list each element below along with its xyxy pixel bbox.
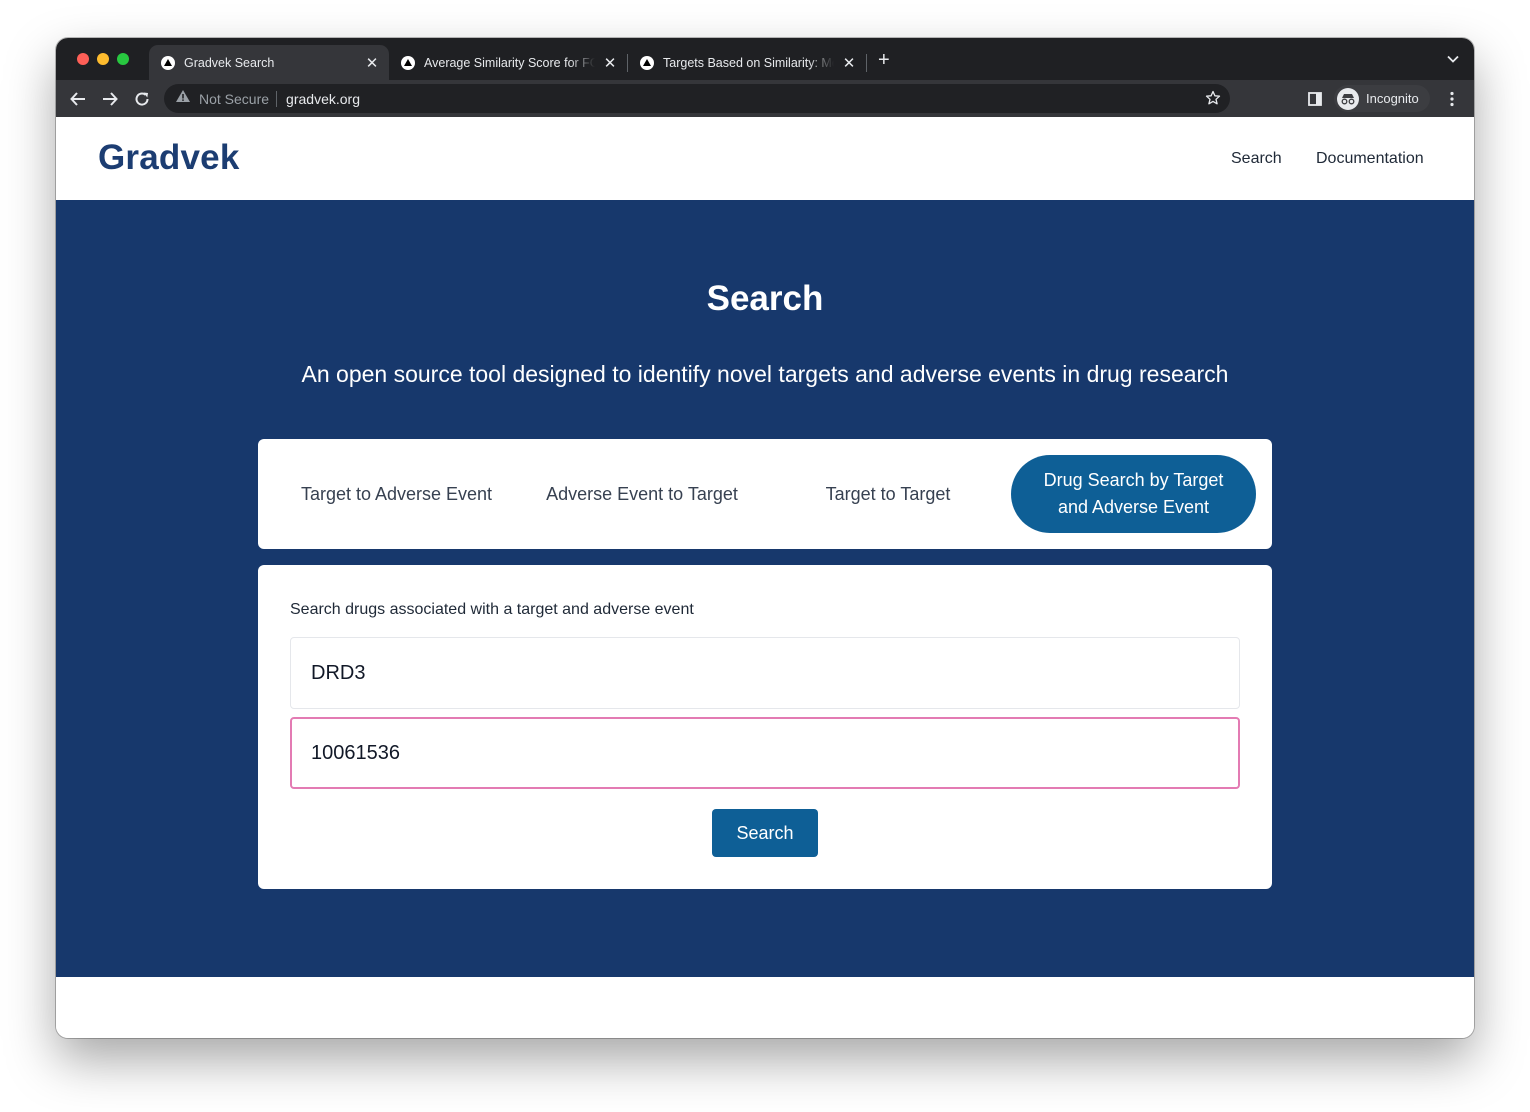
gradvek-favicon-icon xyxy=(401,55,415,70)
search-button[interactable]: Search xyxy=(712,809,818,857)
tab-title: Average Similarity Score for FGF xyxy=(424,55,595,70)
close-tab-icon[interactable]: ✕ xyxy=(840,54,858,72)
tab-target-to-adverse-event[interactable]: Target to Adverse Event xyxy=(278,455,515,533)
nav-link-documentation[interactable]: Documentation xyxy=(1316,150,1424,168)
incognito-label: Incognito xyxy=(1366,91,1419,106)
page-title: Search xyxy=(706,279,824,318)
gradvek-favicon-icon xyxy=(161,55,175,70)
search-form-card: Search drugs associated with a target an… xyxy=(258,565,1272,889)
browser-tab-active[interactable]: Gradvek Search ✕ xyxy=(149,45,389,80)
incognito-icon xyxy=(1337,87,1359,110)
browser-tab[interactable]: Average Similarity Score for FGF ✕ xyxy=(389,45,627,80)
plus-icon[interactable]: + xyxy=(878,50,890,70)
chevron-down-icon[interactable] xyxy=(1446,52,1460,71)
zoom-window-button[interactable] xyxy=(117,53,129,65)
omnibox-divider xyxy=(276,90,278,107)
close-tab-icon[interactable]: ✕ xyxy=(601,54,619,72)
gradvek-favicon-icon xyxy=(640,55,654,70)
tab-title: Targets Based on Similarity: Mo xyxy=(663,55,834,70)
tab-separator xyxy=(866,54,867,72)
back-arrow-icon[interactable] xyxy=(68,89,88,109)
site-header: Gradvek Search Documentation xyxy=(56,117,1474,200)
side-panel-icon[interactable] xyxy=(1305,89,1325,109)
search-mode-tabs: Target to Adverse Event Adverse Event to… xyxy=(258,439,1272,549)
form-description: Search drugs associated with a target an… xyxy=(290,601,694,618)
warning-triangle-icon[interactable] xyxy=(175,89,191,108)
security-status-label[interactable]: Not Secure xyxy=(199,91,269,107)
site-logo[interactable]: Gradvek xyxy=(98,138,240,178)
page-subtitle: An open source tool designed to identify… xyxy=(301,361,1229,387)
close-window-button[interactable] xyxy=(77,53,89,65)
minimize-window-button[interactable] xyxy=(97,53,109,65)
browser-toolbar: Not Secure gradvek.org Incognito xyxy=(56,80,1474,117)
tab-drug-search-by-target-and-adverse-event[interactable]: Drug Search by Target and Adverse Event xyxy=(1011,455,1256,533)
kebab-menu-icon[interactable] xyxy=(1442,89,1462,109)
web-page: Gradvek Search Documentation Search An o… xyxy=(56,117,1474,1038)
forward-arrow-icon[interactable] xyxy=(100,89,120,109)
bookmark-star-icon[interactable] xyxy=(1205,90,1221,111)
browser-tab-strip: Gradvek Search ✕ Average Similarity Scor… xyxy=(56,38,1474,80)
close-tab-icon[interactable]: ✕ xyxy=(363,54,381,72)
tab-adverse-event-to-target[interactable]: Adverse Event to Target xyxy=(524,455,760,533)
url-text[interactable]: gradvek.org xyxy=(286,91,360,107)
reload-icon[interactable] xyxy=(132,89,152,109)
browser-tab[interactable]: Targets Based on Similarity: Mo ✕ xyxy=(628,45,866,80)
adverse-event-input[interactable] xyxy=(290,717,1240,789)
hero-section: Search An open source tool designed to i… xyxy=(56,200,1474,977)
tab-target-to-target[interactable]: Target to Target xyxy=(770,455,1006,533)
nav-link-search[interactable]: Search xyxy=(1231,150,1282,168)
browser-window: Gradvek Search ✕ Average Similarity Scor… xyxy=(56,38,1474,1038)
address-bar[interactable]: Not Secure gradvek.org xyxy=(164,84,1230,113)
target-input[interactable] xyxy=(290,637,1240,709)
incognito-profile-button[interactable]: Incognito xyxy=(1334,85,1430,112)
tab-title: Gradvek Search xyxy=(184,55,275,70)
